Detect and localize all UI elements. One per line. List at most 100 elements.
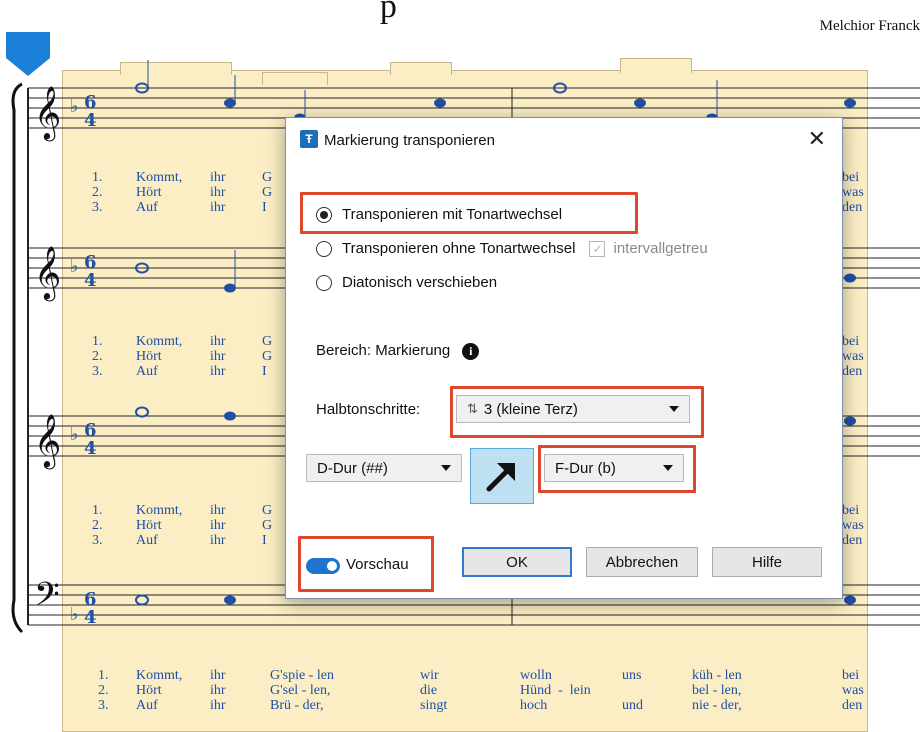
- svg-text:♭: ♭: [70, 96, 79, 117]
- interval-checkbox-label: intervallgetreu: [613, 240, 708, 257]
- lyric-syllable: ihr: [210, 200, 226, 215]
- lyric-syllable: den: [842, 533, 863, 548]
- ok-button[interactable]: OK: [462, 547, 572, 577]
- highlight-box: [538, 445, 696, 493]
- lyric-syllable: Hört: [136, 518, 162, 533]
- lyric-syllable: G: [262, 503, 273, 518]
- lyric-syllable: singt: [420, 698, 448, 713]
- verse-number: 1.: [92, 503, 103, 518]
- lyric-syllable: G: [262, 185, 273, 200]
- lyric-syllable: Auf: [136, 698, 158, 713]
- verse-number: 1.: [98, 668, 109, 683]
- lyric-syllable: uns: [622, 668, 642, 683]
- interval-checkbox[interactable]: ✓: [589, 240, 606, 257]
- lyric-syllable: ihr: [210, 349, 226, 364]
- verse-number: 2.: [98, 683, 109, 698]
- range-label: Bereich: Markierung: [316, 342, 451, 359]
- lyric-syllable: die: [420, 683, 438, 698]
- lyric-syllable: G: [262, 349, 273, 364]
- verse-number: 3.: [92, 200, 103, 215]
- svg-text:4: 4: [84, 607, 97, 628]
- lyric-syllable: den: [842, 364, 863, 379]
- arrow-up-right-icon: [486, 463, 515, 492]
- lyric-syllable: Kommt,: [136, 170, 183, 185]
- option-without-key-change[interactable]: Transponieren ohne Tonartwechsel ✓ inter…: [316, 240, 708, 257]
- lyric-syllable: I: [262, 533, 267, 548]
- dialog-title: Markierung transponieren: [324, 132, 495, 149]
- radio-button[interactable]: [316, 240, 332, 257]
- lyric-syllable: ihr: [210, 185, 226, 200]
- lyric-syllable: Kommt,: [136, 334, 183, 349]
- svg-text:4: 4: [84, 270, 97, 291]
- verse-number: 3.: [98, 698, 109, 713]
- svg-text:♭: ♭: [70, 424, 79, 445]
- option-label: Diatonisch verschieben: [342, 274, 498, 291]
- verse-number: 1.: [92, 170, 103, 185]
- lyric-syllable: G: [262, 518, 273, 533]
- key-direction-button[interactable]: [470, 448, 534, 504]
- svg-text:4: 4: [84, 110, 97, 131]
- svg-text:♭: ♭: [70, 256, 79, 277]
- lyric-syllable: was: [842, 185, 864, 200]
- lyric-syllable: Auf: [136, 200, 158, 215]
- range-row: Bereich: Markierung i: [316, 342, 480, 360]
- verse-number: 2.: [92, 349, 103, 364]
- lyric-syllable: Auf: [136, 533, 158, 548]
- lyric-syllable: küh - len: [692, 668, 742, 683]
- highlight-box: [300, 192, 638, 234]
- lyric-syllable: Hört: [136, 349, 162, 364]
- lyric-syllable: wir: [420, 668, 439, 683]
- lyric-syllable: bel - len,: [692, 683, 742, 698]
- lyric-syllable: G'spie - len: [270, 668, 334, 683]
- lyric-syllable: ihr: [210, 364, 226, 379]
- lyric-syllable: ihr: [210, 170, 226, 185]
- lyric-syllable: Auf: [136, 364, 158, 379]
- lyric-syllable: bei: [842, 170, 860, 185]
- lyric-syllable: den: [842, 200, 863, 215]
- lyric-syllable: I: [262, 200, 267, 215]
- lyric-syllable: I: [262, 364, 267, 379]
- verse-number: 2.: [92, 518, 103, 533]
- from-key-select[interactable]: D-Dur (##): [306, 454, 462, 482]
- verse-number: 1.: [92, 334, 103, 349]
- lyric-syllable: was: [842, 683, 864, 698]
- lyric-syllable: bei: [842, 334, 860, 349]
- option-label: Transponieren ohne Tonartwechsel: [342, 240, 576, 257]
- svg-text:𝄞: 𝄞: [34, 85, 61, 141]
- transpose-dialog: Ŧ Markierung transponieren ✕ Transponier…: [285, 117, 843, 599]
- info-icon[interactable]: i: [462, 342, 480, 360]
- verse-number: 3.: [92, 533, 103, 548]
- lyric-syllable: nie - der,: [692, 698, 742, 713]
- lyric-syllable: wolln: [520, 668, 552, 683]
- lyric-syllable: Hört: [136, 185, 162, 200]
- verse-number: 3.: [92, 364, 103, 379]
- verse-number: 2.: [92, 185, 103, 200]
- lyric-syllable: ihr: [210, 503, 226, 518]
- lyric-syllable: G'sel - len,: [270, 683, 331, 698]
- lyric-syllable: Brü - der,: [270, 698, 324, 713]
- lyric-syllable: ihr: [210, 518, 226, 533]
- lyric-syllable: hoch: [520, 698, 548, 713]
- lyric-syllable: bei: [842, 668, 860, 683]
- svg-text:𝄞: 𝄞: [34, 413, 61, 469]
- cancel-button[interactable]: Abbrechen: [586, 547, 698, 577]
- svg-text:𝄢: 𝄢: [34, 576, 60, 622]
- lyric-syllable: was: [842, 518, 864, 533]
- lyric-syllable: den: [842, 698, 863, 713]
- chevron-down-icon: [441, 465, 451, 471]
- lyric-syllable: ihr: [210, 334, 226, 349]
- radio-button[interactable]: [316, 274, 332, 291]
- svg-text:♭: ♭: [70, 604, 79, 625]
- option-diatonic[interactable]: Diatonisch verschieben: [316, 274, 497, 291]
- lyric-syllable: ihr: [210, 668, 226, 683]
- help-button[interactable]: Hilfe: [712, 547, 822, 577]
- from-key-value: D-Dur (##): [317, 459, 388, 477]
- lyric-syllable: bei: [842, 503, 860, 518]
- semitones-label: Halbtonschritte:: [316, 401, 421, 418]
- lyric-syllable: Kommt,: [136, 668, 183, 683]
- lyric-syllable: ihr: [210, 683, 226, 698]
- close-icon[interactable]: ✕: [808, 126, 826, 152]
- lyric-syllable: Hünd - lein: [520, 683, 591, 698]
- highlight-box: [298, 536, 434, 592]
- lyric-syllable: und: [622, 698, 643, 713]
